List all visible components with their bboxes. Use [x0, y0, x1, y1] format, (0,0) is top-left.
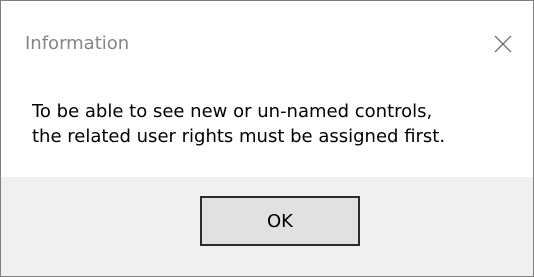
message-text: To be able to see new or un-named contro… [32, 99, 445, 149]
close-button[interactable] [489, 31, 517, 57]
close-icon [494, 35, 512, 53]
message-area: To be able to see new or un-named contro… [1, 81, 533, 177]
dialog-title: Information [25, 33, 130, 54]
title-bar[interactable]: Information [1, 1, 533, 81]
ok-button[interactable]: OK [200, 196, 360, 246]
information-dialog: Information To be able to see new or un-… [0, 0, 534, 277]
message-line-1: To be able to see new or un-named contro… [32, 101, 433, 122]
button-bar: OK [1, 177, 533, 276]
message-line-2: the related user rights must be assigned… [32, 126, 446, 147]
